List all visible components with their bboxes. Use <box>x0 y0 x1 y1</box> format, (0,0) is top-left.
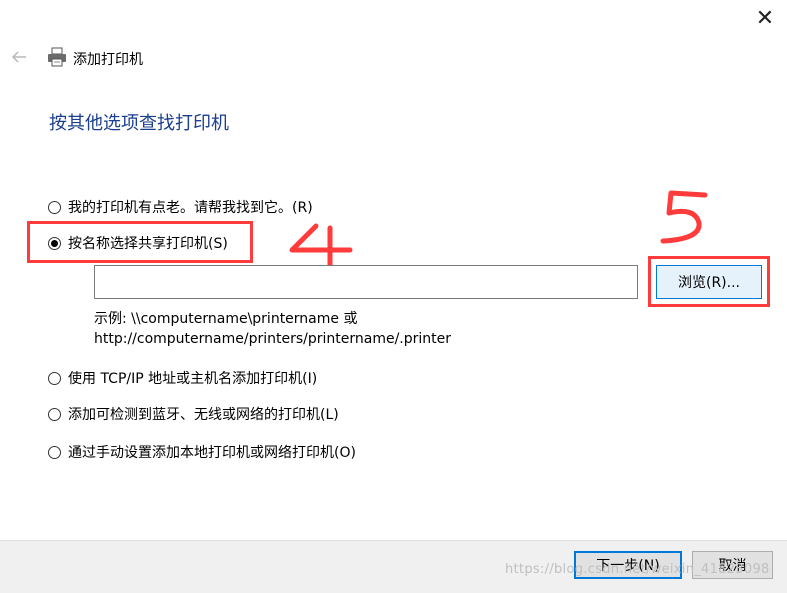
radio-button[interactable] <box>48 371 61 385</box>
option-tcpip[interactable]: 使用 TCP/IP 地址或主机名添加打印机(I) <box>48 368 317 388</box>
example-line-2: http://computername/printers/printername… <box>94 331 452 347</box>
option-label: 添加可检测到蓝牙、无线或网络的打印机(L) <box>68 407 339 423</box>
option-label: 我的打印机有点老。请帮我找到它。(R) <box>68 200 313 216</box>
close-button[interactable]: ✕ <box>752 6 778 32</box>
close-icon: ✕ <box>755 6 775 31</box>
option-label: 使用 TCP/IP 地址或主机名添加打印机(I) <box>68 371 318 387</box>
annotation-step-5: 5 <box>655 185 708 244</box>
page-heading: 按其他选项查找打印机 <box>49 113 229 134</box>
back-button[interactable] <box>8 46 30 68</box>
annotation-highlight-option <box>27 221 253 263</box>
watermark: https://blog.csdn.net/weixin_41823098 <box>505 562 770 577</box>
example-text: 示例: \\computername\printername 或 http://… <box>94 309 451 349</box>
annotation-highlight-browse <box>648 256 770 307</box>
option-label: 通过手动设置添加本地打印机或网络打印机(O) <box>68 445 356 461</box>
option-old-printer[interactable]: 我的打印机有点老。请帮我找到它。(R) <box>48 197 313 217</box>
svg-text:4: 4 <box>286 222 287 223</box>
printer-name-input[interactable] <box>94 265 638 299</box>
annotation-step-4: 4 <box>286 222 353 270</box>
radio-button[interactable] <box>48 407 61 421</box>
svg-text:5: 5 <box>655 185 656 186</box>
printer-icon <box>46 46 68 68</box>
radio-button[interactable] <box>48 445 61 459</box>
option-manual-settings[interactable]: 通过手动设置添加本地打印机或网络打印机(O) <box>48 442 356 462</box>
option-bluetooth-wireless[interactable]: 添加可检测到蓝牙、无线或网络的打印机(L) <box>48 404 339 424</box>
example-line-1: 示例: \\computername\printername 或 <box>94 311 358 327</box>
radio-button[interactable] <box>48 200 61 214</box>
window-title: 添加打印机 <box>73 52 143 68</box>
back-arrow-icon <box>11 51 26 63</box>
